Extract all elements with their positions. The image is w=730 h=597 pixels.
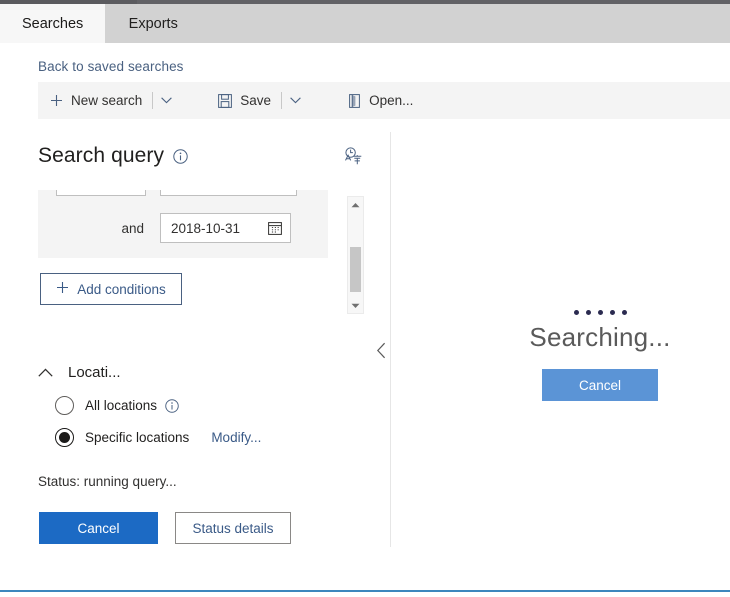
radio-specific-locations-control[interactable]: [55, 428, 74, 447]
add-conditions-label: Add conditions: [77, 281, 166, 297]
spinner-dot: [609, 310, 615, 315]
condition-field-partial-right[interactable]: [160, 190, 297, 196]
new-search-button[interactable]: New search: [38, 82, 152, 119]
save-label: Save: [240, 93, 272, 108]
radio-all-locations-control[interactable]: [55, 396, 74, 415]
new-search-label: New search: [71, 93, 143, 108]
searching-indicator: Searching... Cancel: [470, 310, 730, 401]
save-disk-icon: [217, 93, 233, 109]
save-button[interactable]: Save: [207, 82, 281, 119]
status-details-button[interactable]: Status details: [175, 512, 291, 544]
tab-searches-label: Searches: [22, 15, 84, 32]
conditions-scrollbar[interactable]: [347, 196, 364, 314]
caret-down-icon[interactable]: [348, 298, 363, 313]
condition-and-row: and 2018-10-31: [38, 213, 328, 243]
back-link-label: Back to saved searches: [38, 59, 184, 74]
open-door-icon: [346, 93, 362, 109]
cancel-button-label: Cancel: [77, 520, 120, 536]
spinner-dot: [585, 310, 591, 315]
back-to-saved-searches-link[interactable]: Back to saved searches: [38, 59, 184, 74]
spinner-dot: [621, 310, 627, 315]
new-search-split-button: New search: [38, 82, 179, 119]
spinner-dot: [597, 310, 603, 315]
modify-locations-link[interactable]: Modify...: [211, 430, 261, 445]
new-search-chevron-down-icon[interactable]: [153, 82, 179, 119]
locations-section-header[interactable]: Locati...: [38, 364, 121, 381]
save-split-button: Save: [207, 82, 308, 119]
chevron-up-icon: [38, 368, 53, 377]
info-circle-icon[interactable]: [173, 148, 188, 164]
radio-all-locations[interactable]: All locations: [55, 396, 179, 415]
pane-collapse-chevron-left-icon[interactable]: [372, 337, 390, 363]
bottom-accent-rule: [0, 590, 730, 592]
condition-date-input[interactable]: 2018-10-31: [160, 213, 291, 243]
info-circle-icon[interactable]: [165, 398, 179, 413]
searching-label: Searching...: [529, 322, 671, 352]
cancel-button[interactable]: Cancel: [39, 512, 158, 544]
condition-field-partial-left[interactable]: [56, 190, 146, 196]
spinner-dot: [573, 310, 579, 315]
search-query-header: Search query: [38, 144, 363, 168]
open-button[interactable]: Open...: [336, 82, 423, 119]
command-bar: New search Save Open...: [38, 82, 730, 119]
page-title: Search query: [38, 144, 165, 167]
tab-exports-label: Exports: [128, 15, 178, 32]
radio-all-locations-label: All locations: [85, 398, 158, 413]
plus-icon: [56, 281, 69, 297]
status-details-label: Status details: [192, 520, 274, 536]
add-conditions-button[interactable]: Add conditions: [40, 273, 182, 305]
spinner-dots-icon: [573, 310, 627, 315]
radio-specific-locations[interactable]: Specific locations Modify...: [55, 428, 261, 447]
condition-group: and 2018-10-31: [38, 190, 328, 258]
condition-date-value: 2018-10-31: [171, 220, 241, 236]
open-label: Open...: [369, 93, 414, 108]
radio-specific-locations-label: Specific locations: [85, 430, 190, 445]
tab-exports[interactable]: Exports: [105, 4, 201, 43]
condition-and-label: and: [121, 220, 144, 236]
caret-up-icon[interactable]: [348, 197, 363, 212]
status-text: Status: running query...: [38, 474, 177, 489]
save-chevron-down-icon[interactable]: [282, 82, 308, 119]
pane-divider: [390, 132, 391, 547]
translate-icon[interactable]: [344, 146, 363, 166]
scrollbar-thumb[interactable]: [350, 247, 361, 292]
tab-bar: Searches Exports: [0, 4, 730, 43]
cancel-search-label: Cancel: [578, 377, 622, 393]
cancel-search-button[interactable]: Cancel: [542, 369, 658, 401]
plus-icon: [48, 93, 64, 109]
tab-searches[interactable]: Searches: [0, 4, 106, 43]
calendar-icon[interactable]: [268, 221, 282, 235]
locations-section-title: Locati...: [68, 364, 121, 381]
